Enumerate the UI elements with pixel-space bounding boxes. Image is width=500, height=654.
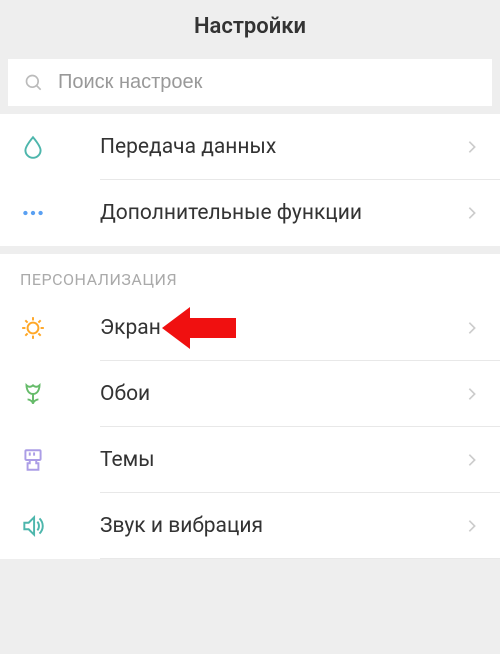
row-display[interactable]: Экран	[0, 295, 500, 361]
row-label: Обои	[100, 382, 464, 406]
search-container	[0, 53, 500, 114]
page-title: Настройки	[0, 14, 500, 39]
chevron-right-icon	[464, 139, 480, 155]
search-icon	[24, 73, 44, 93]
row-wallpaper[interactable]: Обои	[0, 361, 500, 427]
more-icon	[20, 200, 46, 226]
brush-icon	[20, 447, 46, 473]
search-box[interactable]	[8, 59, 492, 106]
settings-list-group-1: Передача данных Дополнительные функции	[0, 114, 500, 246]
row-label: Звук и вибрация	[100, 514, 464, 538]
row-label: Экран	[100, 316, 464, 340]
droplet-icon	[20, 134, 46, 160]
section-gap	[0, 246, 500, 254]
chevron-right-icon	[464, 386, 480, 402]
row-additional-features[interactable]: Дополнительные функции	[0, 180, 500, 246]
settings-list-group-2: Экран Обои	[0, 295, 500, 559]
app-header: Настройки	[0, 0, 500, 53]
chevron-right-icon	[464, 518, 480, 534]
row-label: Темы	[100, 448, 464, 472]
sun-icon	[20, 315, 46, 341]
tulip-icon	[20, 381, 46, 407]
row-data-transfer[interactable]: Передача данных	[0, 114, 500, 180]
chevron-right-icon	[464, 205, 480, 221]
section-title-personalization: ПЕРСОНАЛИЗАЦИЯ	[0, 254, 500, 295]
chevron-right-icon	[464, 320, 480, 336]
row-themes[interactable]: Темы	[0, 427, 500, 493]
row-label: Передача данных	[100, 135, 464, 159]
search-input[interactable]	[58, 71, 476, 94]
chevron-right-icon	[464, 452, 480, 468]
speaker-icon	[20, 513, 46, 539]
highlight-arrow-icon	[162, 307, 236, 349]
divider	[100, 558, 500, 559]
row-label: Дополнительные функции	[100, 201, 464, 225]
row-sound-vibration[interactable]: Звук и вибрация	[0, 493, 500, 559]
